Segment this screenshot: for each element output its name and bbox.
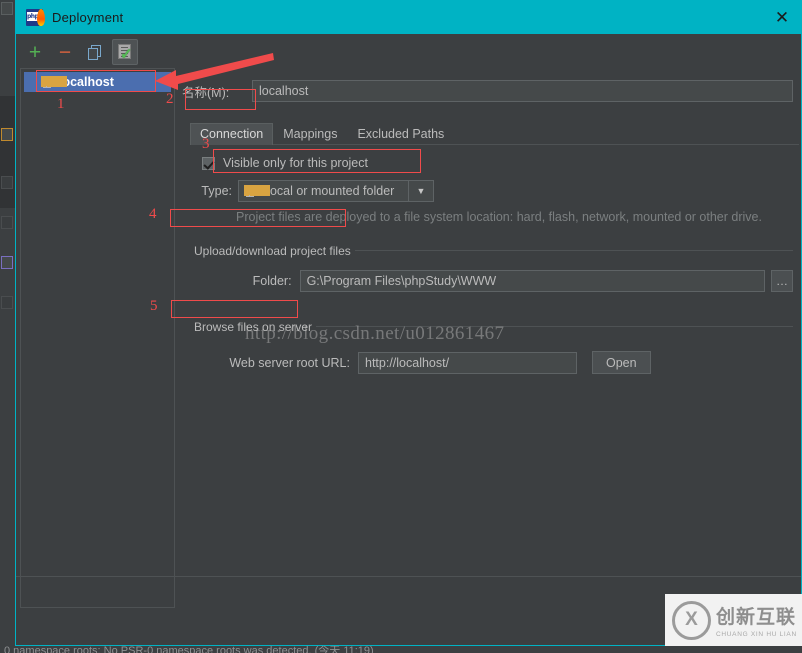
- logo-pinyin-text: CHUANG XIN HU LIAN: [716, 631, 797, 638]
- type-row: Type: Local or mounted folder ▼: [190, 180, 793, 202]
- web-server-url-input[interactable]: [358, 351, 577, 374]
- dialog-titlebar: php Deployment ✕: [16, 1, 801, 34]
- folder-icon: [244, 184, 270, 198]
- dialog-title: Deployment: [52, 10, 124, 25]
- folder-label: Folder:: [252, 274, 292, 288]
- dialog-body: + − ✓ localhost 名称(M): localhost Connect…: [16, 34, 801, 611]
- ide-statusbar: 0 namespace roots: No PSR-0 namespace ro…: [0, 646, 802, 653]
- add-server-button[interactable]: +: [22, 40, 48, 64]
- type-hint: Project files are deployed to a file sys…: [236, 210, 762, 224]
- deployment-dialog: php Deployment ✕ + − ✓ localhost 名称(M): …: [15, 0, 802, 646]
- tab-connection[interactable]: Connection: [190, 123, 274, 145]
- upload-section-title: Upload/download project files: [190, 243, 355, 259]
- settings-tabs: Connection Mappings Excluded Paths: [190, 122, 799, 145]
- server-tree-panel[interactable]: localhost: [20, 68, 175, 608]
- ide-left-strip: [0, 0, 16, 653]
- tree-item-localhost[interactable]: localhost: [24, 72, 171, 92]
- copy-server-button[interactable]: [82, 40, 108, 64]
- visible-only-label: Visible only for this project: [223, 156, 368, 170]
- browse-section-header: Browse files on server: [190, 318, 793, 335]
- server-list-toolbar: + − ✓: [18, 39, 168, 65]
- checkbox-icon: [202, 156, 215, 170]
- close-icon[interactable]: ✕: [771, 6, 793, 28]
- phpstorm-icon: php: [26, 9, 45, 26]
- connection-panel: Visible only for this project Type: Loca…: [190, 146, 793, 374]
- name-label: 名称(M):: [182, 85, 230, 100]
- plus-icon: +: [28, 40, 42, 64]
- remove-server-button[interactable]: −: [52, 40, 78, 64]
- upload-section-header: Upload/download project files: [190, 242, 793, 259]
- web-url-row: Web server root URL: Open: [190, 351, 793, 374]
- open-button[interactable]: Open: [592, 351, 651, 374]
- chevron-down-icon: ▼: [408, 181, 433, 201]
- folder-icon: [41, 75, 67, 89]
- browse-section-title: Browse files on server: [190, 319, 317, 335]
- logo-mark-icon: [672, 600, 711, 640]
- folder-row: Folder: …: [190, 270, 793, 292]
- tab-mappings[interactable]: Mappings: [273, 123, 347, 145]
- minus-icon: −: [58, 40, 72, 64]
- web-server-url-label: Web server root URL:: [229, 355, 350, 370]
- type-select[interactable]: Local or mounted folder ▼: [238, 180, 434, 202]
- tab-excluded-paths[interactable]: Excluded Paths: [347, 123, 454, 145]
- checkmark-icon: ✓: [120, 46, 133, 63]
- screenshot-root: php Deployment ✕ + − ✓ localhost 名称(M): …: [0, 0, 802, 653]
- visible-only-checkbox[interactable]: Visible only for this project: [202, 156, 793, 170]
- dialog-content: 名称(M): Connection Mappings Excluded Path…: [182, 34, 799, 611]
- browse-folder-button[interactable]: …: [770, 270, 793, 292]
- name-row: 名称(M):: [182, 80, 797, 102]
- name-input[interactable]: [252, 80, 793, 102]
- tree-item-label: localhost: [59, 75, 114, 89]
- copy-icon: [87, 44, 103, 60]
- type-select-value: Local or mounted folder: [263, 184, 395, 198]
- logo-chinese-text: 创新互联: [716, 606, 797, 628]
- statusbar-text: 0 namespace roots: No PSR-0 namespace ro…: [4, 646, 374, 653]
- test-connection-button[interactable]: ✓: [112, 39, 138, 65]
- watermark-logo: 创新互联 CHUANG XIN HU LIAN: [665, 594, 802, 646]
- type-label: Type:: [201, 184, 232, 198]
- folder-input[interactable]: [299, 270, 765, 292]
